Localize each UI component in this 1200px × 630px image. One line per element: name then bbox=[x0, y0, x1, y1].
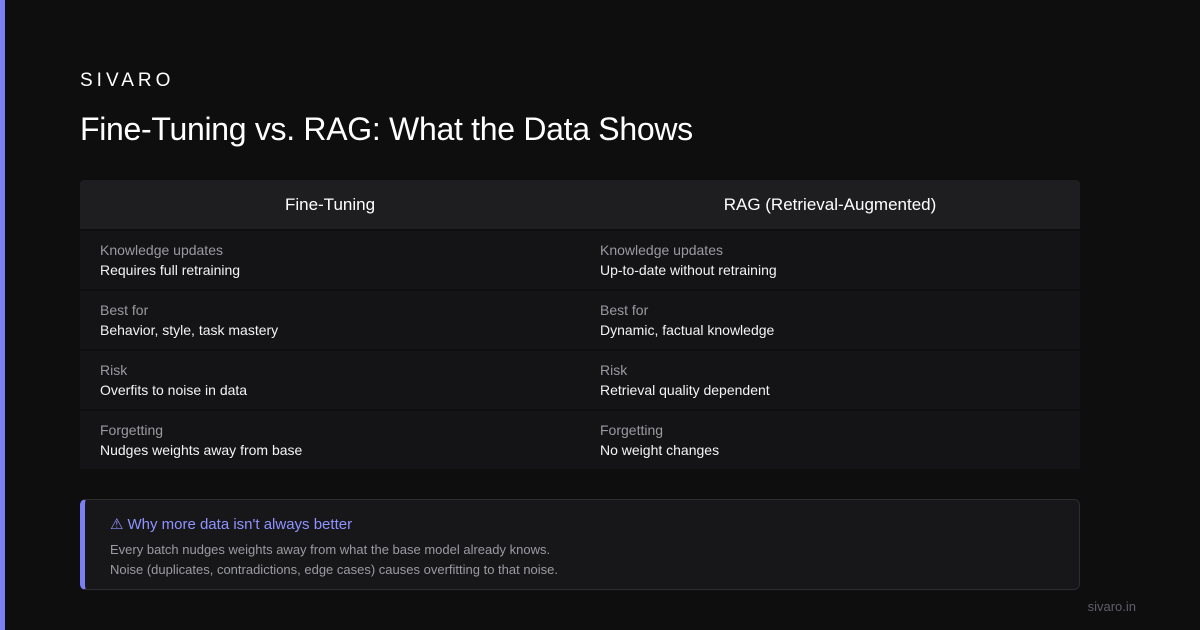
row-value: No weight changes bbox=[600, 442, 720, 458]
row-label: Forgetting bbox=[600, 422, 664, 438]
row-value: Nudges weights away from base bbox=[100, 442, 303, 458]
table-row: Best for Dynamic, factual knowledge bbox=[580, 291, 1080, 349]
callout-line: Every batch nudges weights away from wha… bbox=[110, 542, 551, 557]
brand-logo-text: SIVARO bbox=[80, 70, 175, 91]
comparison-table: Fine-Tuning Knowledge updates Requires f… bbox=[80, 180, 1080, 469]
table-row: Forgetting No weight changes bbox=[580, 411, 1080, 469]
table-row: Risk Overfits to noise in data bbox=[80, 351, 580, 409]
row-label: Risk bbox=[600, 362, 628, 378]
footer-url: sivaro.in bbox=[1087, 599, 1136, 614]
table-row: Forgetting Nudges weights away from base bbox=[80, 411, 580, 469]
table-row: Knowledge updates Requires full retraini… bbox=[80, 231, 580, 289]
row-label: Risk bbox=[100, 362, 128, 378]
row-label: Knowledge updates bbox=[100, 242, 223, 258]
row-value: Behavior, style, task mastery bbox=[100, 322, 279, 338]
column-fine-tuning: Fine-Tuning Knowledge updates Requires f… bbox=[80, 180, 580, 469]
row-label: Forgetting bbox=[100, 422, 164, 438]
row-value: Overfits to noise in data bbox=[100, 382, 248, 398]
row-value: Retrieval quality dependent bbox=[600, 382, 770, 398]
column-rag: RAG (Retrieval-Augmented) Knowledge upda… bbox=[580, 180, 1080, 469]
row-label: Best for bbox=[600, 302, 649, 318]
row-value: Dynamic, factual knowledge bbox=[600, 322, 775, 338]
column-header: RAG (Retrieval-Augmented) bbox=[580, 180, 1080, 229]
warning-callout: ⚠ Why more data isn't always better Ever… bbox=[80, 499, 1080, 590]
table-row: Risk Retrieval quality dependent bbox=[580, 351, 1080, 409]
accent-bar bbox=[0, 0, 5, 630]
table-row: Best for Behavior, style, task mastery bbox=[80, 291, 580, 349]
row-label: Knowledge updates bbox=[600, 242, 723, 258]
column-header: Fine-Tuning bbox=[80, 180, 580, 229]
callout-line: Noise (duplicates, contradictions, edge … bbox=[110, 562, 559, 577]
callout-title: Why more data isn't always better bbox=[127, 516, 353, 533]
row-label: Best for bbox=[100, 302, 149, 318]
row-value: Up-to-date without retraining bbox=[600, 262, 777, 278]
callout-title-row: ⚠ Why more data isn't always better bbox=[110, 514, 1079, 536]
page-title: Fine-Tuning vs. RAG: What the Data Shows bbox=[80, 111, 693, 147]
table-row: Knowledge updates Up-to-date without ret… bbox=[580, 231, 1080, 289]
warning-icon: ⚠ bbox=[110, 516, 124, 533]
callout-body: Every batch nudges weights away from wha… bbox=[110, 540, 1079, 580]
row-value: Requires full retraining bbox=[100, 262, 241, 278]
